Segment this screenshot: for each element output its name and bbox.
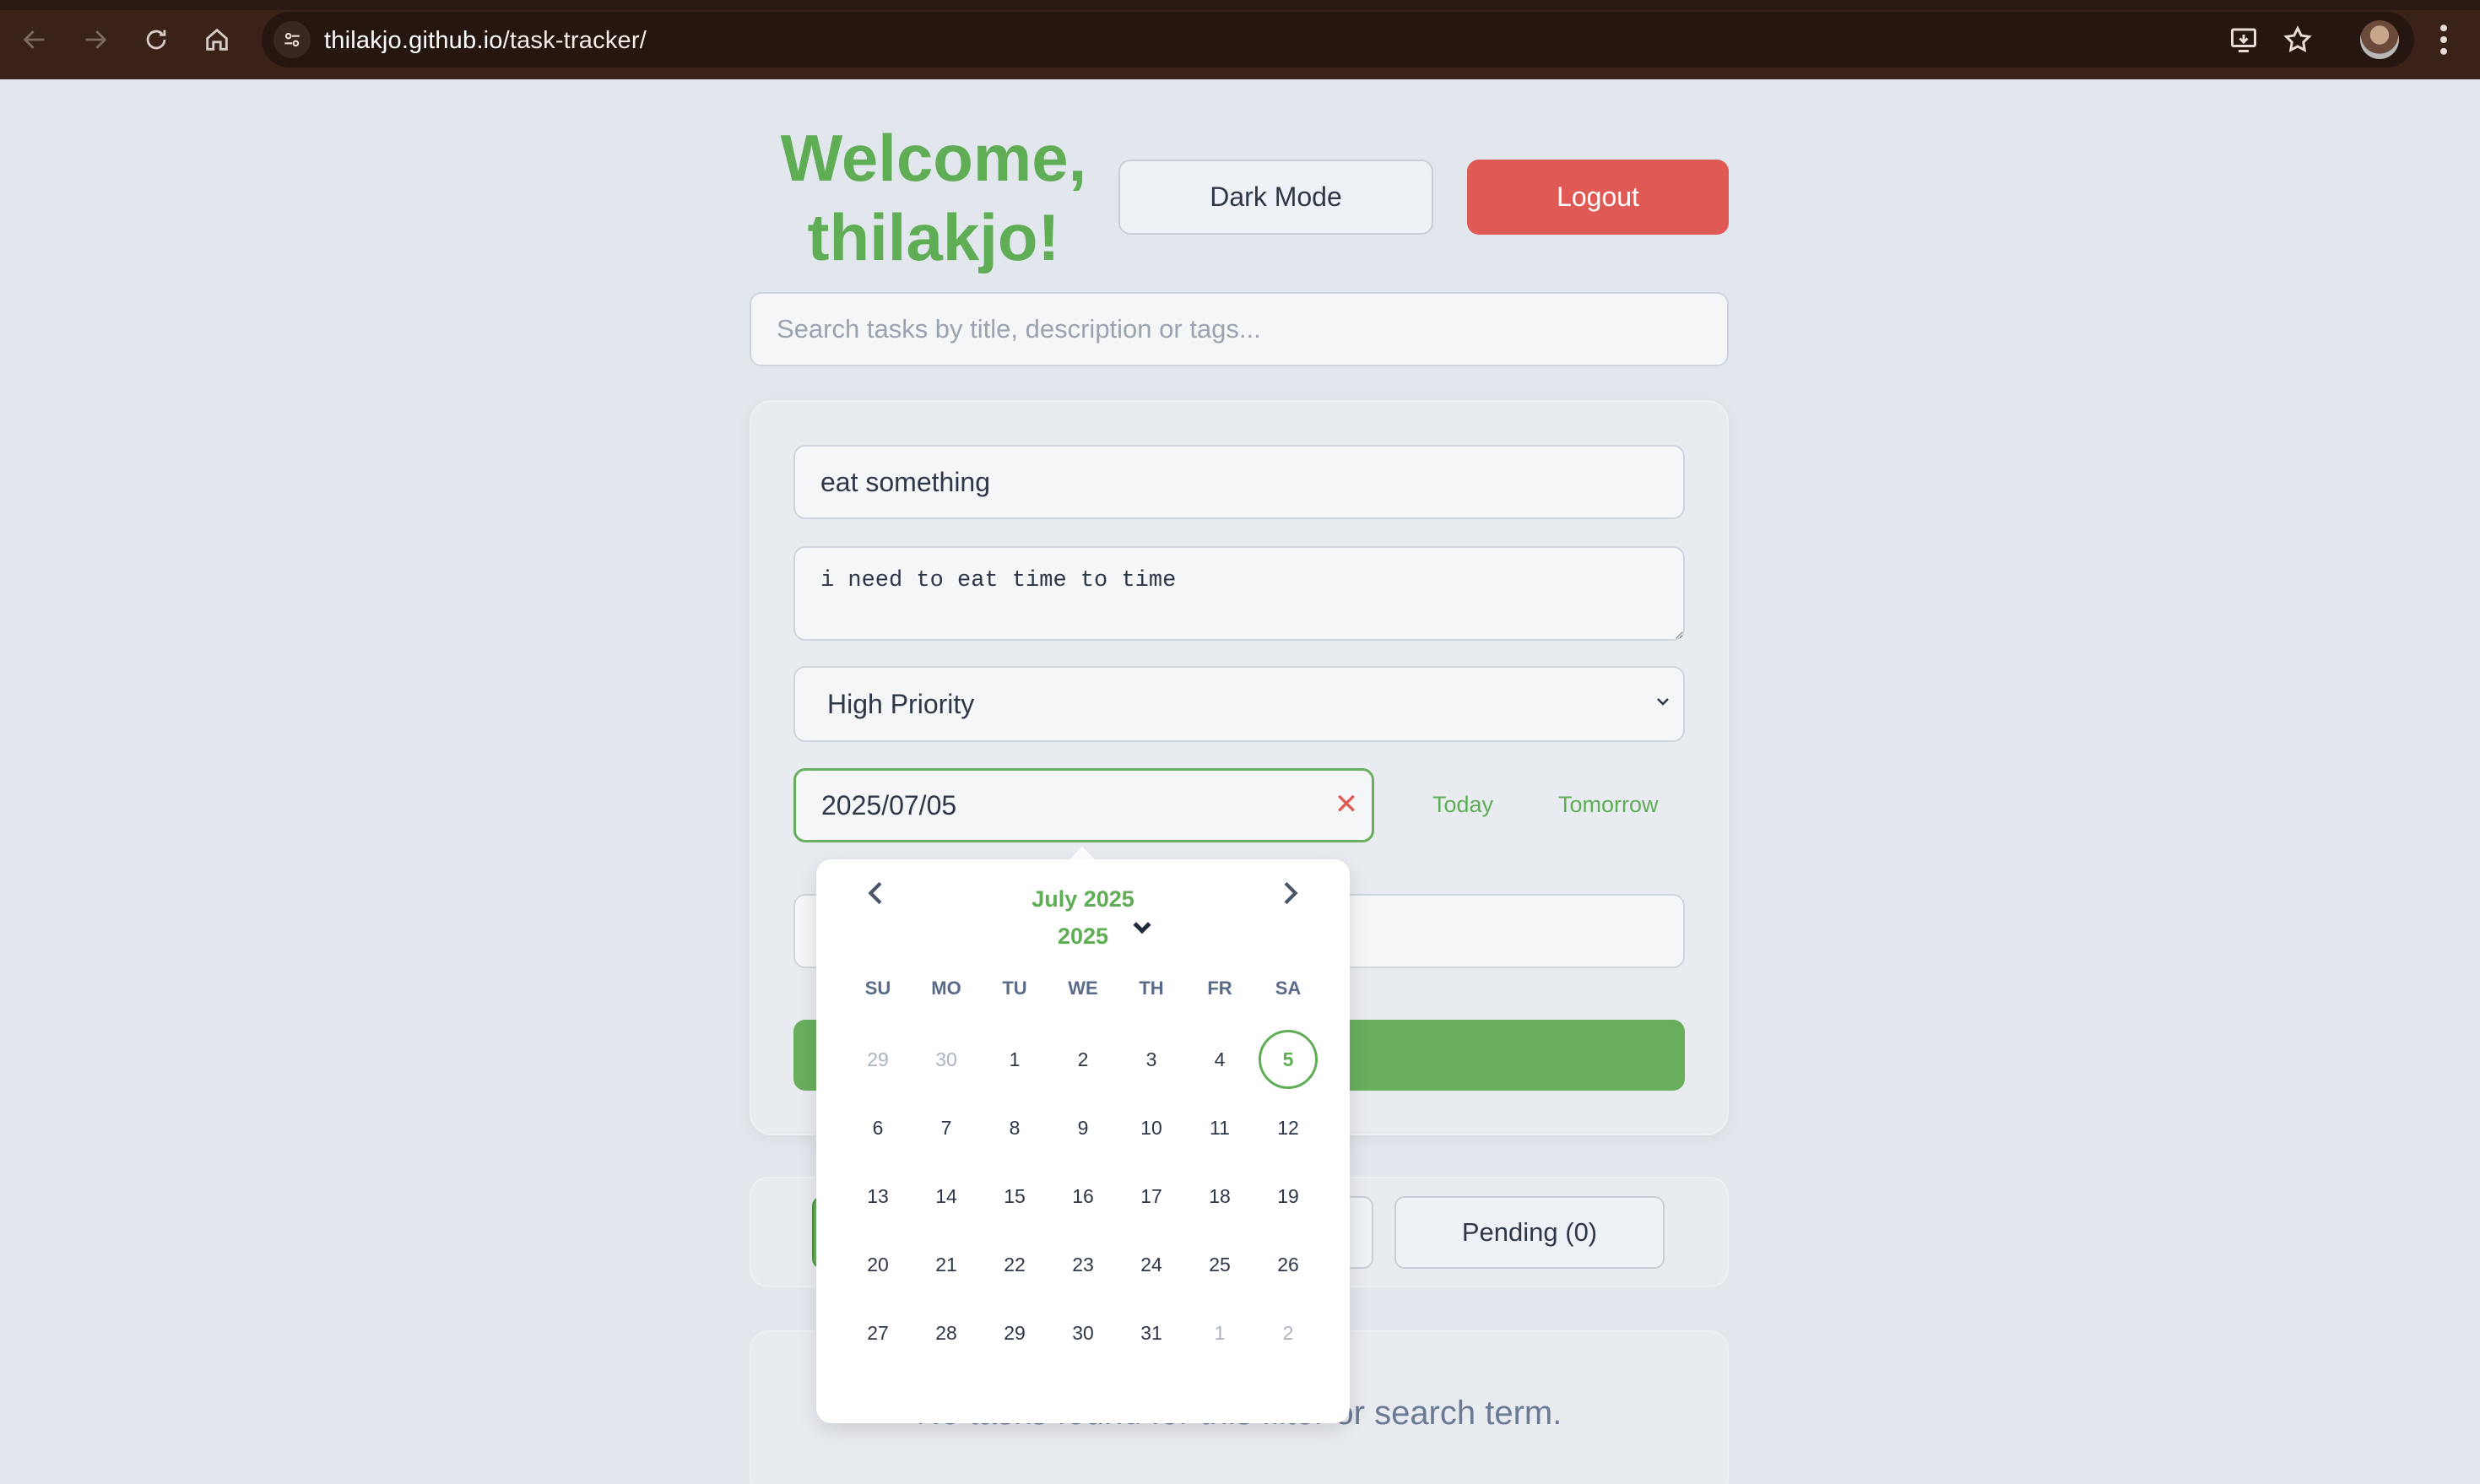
calendar-day[interactable]: 31 xyxy=(1122,1303,1181,1362)
clear-date-icon[interactable]: ✕ xyxy=(1332,790,1361,819)
today-button[interactable]: Today xyxy=(1432,792,1493,818)
calendar-day[interactable]: 9 xyxy=(1053,1098,1113,1157)
calendar-day[interactable]: 23 xyxy=(1053,1235,1113,1294)
calendar-day[interactable]: 26 xyxy=(1259,1235,1318,1294)
browser-toolbar: thilakjo.github.io/task-tracker/ xyxy=(0,0,2480,79)
weekday-header: TU xyxy=(1002,978,1027,999)
url-text[interactable]: thilakjo.github.io/task-tracker/ xyxy=(324,27,647,55)
calendar-day[interactable]: 2 xyxy=(1053,1030,1113,1089)
tomorrow-button[interactable]: Tomorrow xyxy=(1558,792,1659,818)
url-path: /task-tracker/ xyxy=(502,27,647,54)
calendar-day[interactable]: 30 xyxy=(917,1030,976,1089)
site-settings-icon[interactable] xyxy=(273,21,311,58)
weekday-header: FR xyxy=(1207,978,1232,999)
dark-mode-button[interactable]: Dark Mode xyxy=(1118,160,1433,235)
calendar-day[interactable]: 1 xyxy=(985,1030,1044,1089)
calendar-day[interactable]: 11 xyxy=(1190,1098,1249,1157)
datepicker-month-label: July 2025 xyxy=(1032,886,1134,912)
calendar-day[interactable]: 27 xyxy=(848,1303,907,1362)
calendar-day[interactable]: 3 xyxy=(1122,1030,1181,1089)
priority-selected-value: High Priority xyxy=(827,688,975,719)
calendar-day[interactable]: 10 xyxy=(1122,1098,1181,1157)
weekday-header: SU xyxy=(864,978,891,999)
calendar-day[interactable]: 24 xyxy=(1122,1235,1181,1294)
browser-menu-icon[interactable] xyxy=(2431,20,2456,59)
calendar-day[interactable]: 4 xyxy=(1190,1030,1249,1089)
profile-avatar[interactable] xyxy=(2360,20,2399,59)
calendar-day[interactable]: 5 xyxy=(1259,1030,1318,1089)
tab-strip xyxy=(0,0,2480,10)
calendar-day[interactable]: 1 xyxy=(1190,1303,1249,1362)
calendar-day[interactable]: 15 xyxy=(985,1167,1044,1226)
task-title-input[interactable] xyxy=(793,445,1685,519)
weekday-header: TH xyxy=(1139,978,1164,999)
weekday-header: MO xyxy=(931,978,961,999)
weekday-header: SA xyxy=(1275,978,1302,999)
calendar-day[interactable]: 13 xyxy=(848,1167,907,1226)
filter-pending-button[interactable]: Pending (0) xyxy=(1394,1196,1665,1269)
calendar-day[interactable]: 17 xyxy=(1122,1167,1181,1226)
calendar-day[interactable]: 8 xyxy=(985,1098,1044,1157)
welcome-line-1: Welcome, xyxy=(780,121,1087,195)
bookmark-star-icon[interactable] xyxy=(2282,24,2313,55)
calendar-day[interactable]: 20 xyxy=(848,1235,907,1294)
calendar-day[interactable]: 21 xyxy=(917,1235,976,1294)
address-bar[interactable]: thilakjo.github.io/task-tracker/ xyxy=(262,12,2414,68)
search-input[interactable] xyxy=(750,292,1729,366)
calendar-day[interactable]: 2 xyxy=(1259,1303,1318,1362)
calendar-day[interactable]: 12 xyxy=(1259,1098,1318,1157)
calendar-day[interactable]: 29 xyxy=(848,1030,907,1089)
home-icon[interactable] xyxy=(196,19,238,61)
calendar-day[interactable]: 30 xyxy=(1053,1303,1113,1362)
logout-button[interactable]: Logout xyxy=(1467,160,1729,235)
chevron-down-icon xyxy=(1657,698,1669,706)
calendar-day[interactable]: 7 xyxy=(917,1098,976,1157)
reload-icon[interactable] xyxy=(135,19,177,61)
calendar-day[interactable]: 22 xyxy=(985,1235,1044,1294)
url-host: thilakjo.github.io xyxy=(324,27,503,54)
previous-month-icon[interactable] xyxy=(859,876,893,910)
calendar-day[interactable]: 28 xyxy=(917,1303,976,1362)
welcome-heading: Welcome, thilakjo! xyxy=(750,118,1118,277)
calendar-day[interactable]: 18 xyxy=(1190,1167,1249,1226)
datepicker-pointer xyxy=(1069,847,1096,860)
priority-select[interactable]: High Priority xyxy=(793,666,1685,742)
calendar-day[interactable]: 16 xyxy=(1053,1167,1113,1226)
calendar-day[interactable]: 25 xyxy=(1190,1235,1249,1294)
forward-icon[interactable] xyxy=(74,19,116,61)
next-month-icon[interactable] xyxy=(1273,876,1307,910)
calendar-day[interactable]: 19 xyxy=(1259,1167,1318,1226)
calendar-day[interactable]: 14 xyxy=(917,1167,976,1226)
back-icon[interactable] xyxy=(14,19,56,61)
chevron-down-icon[interactable] xyxy=(1129,915,1155,940)
welcome-line-2: thilakjo! xyxy=(807,200,1060,274)
calendar-day[interactable]: 29 xyxy=(985,1303,1044,1362)
due-date-input[interactable] xyxy=(793,768,1374,842)
task-description-textarea[interactable]: i need to eat time to time xyxy=(793,546,1685,641)
weekday-header: WE xyxy=(1068,978,1098,999)
install-app-icon[interactable] xyxy=(2228,24,2259,55)
calendar-day[interactable]: 6 xyxy=(848,1098,907,1157)
